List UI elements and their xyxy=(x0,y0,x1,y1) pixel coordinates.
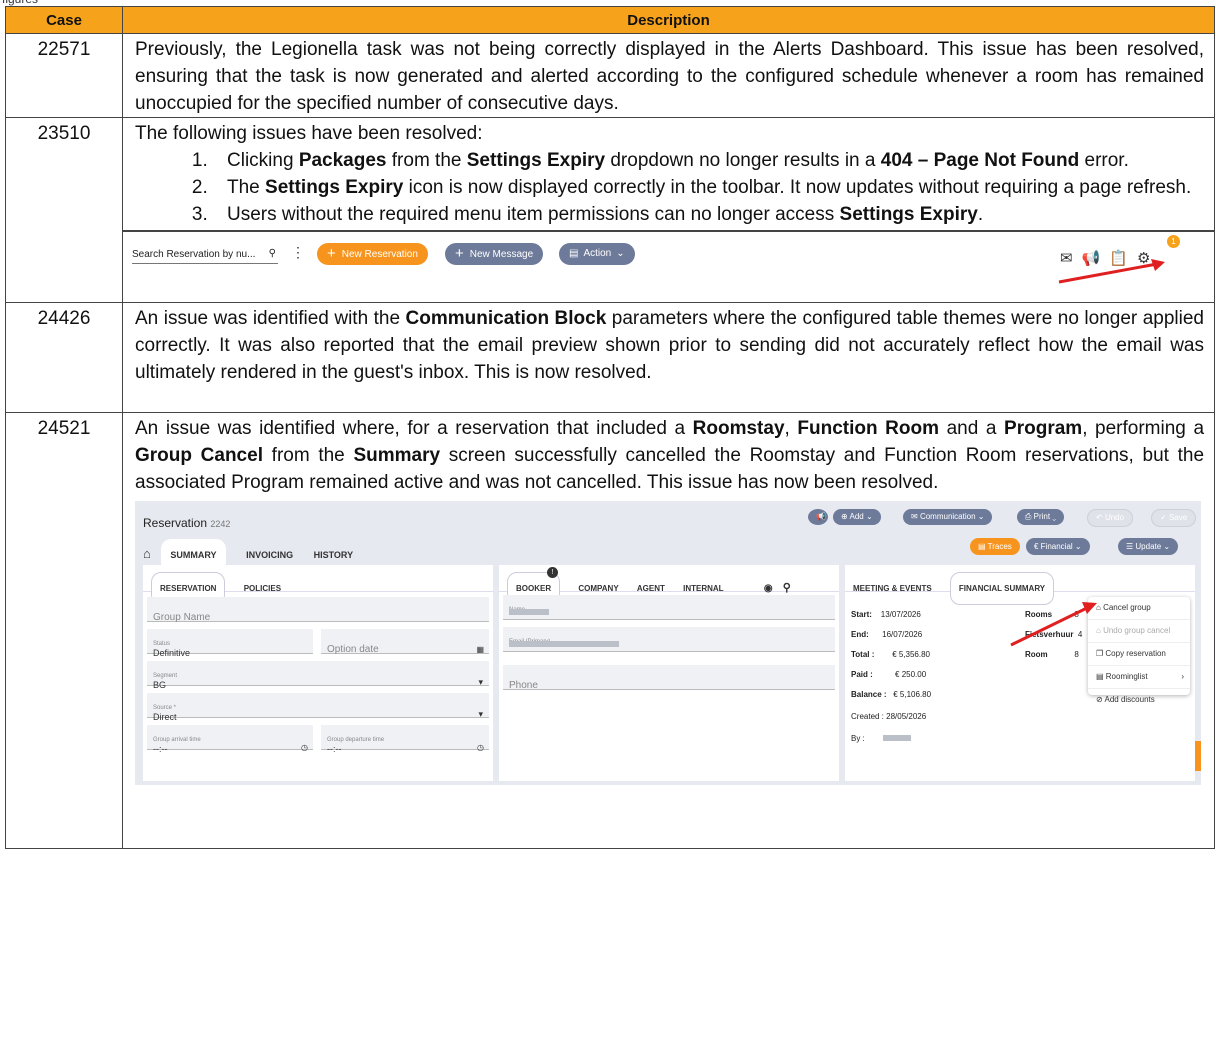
menu-item-roominglist[interactable]: ▤ Roominglist › xyxy=(1088,666,1190,689)
table-row: 22571 Previously, the Legionella task wa… xyxy=(5,33,1215,118)
search-icon: ⚲ xyxy=(268,248,276,259)
table-row: 23510 The following issues have been res… xyxy=(5,117,1215,303)
case-number: 23510 xyxy=(5,117,123,303)
description-text: Previously, the Legionella task was not … xyxy=(135,39,1204,114)
case-number: 24521 xyxy=(5,412,123,849)
undo-button[interactable]: ↶ Undo xyxy=(1087,509,1134,527)
communication-button[interactable]: ✉ Communication ⌄ xyxy=(903,509,993,525)
description-text: An issue was identified with the Communi… xyxy=(135,308,1204,383)
table-header-row: Case Description xyxy=(5,6,1215,34)
list-item: Clicking Packages from the Settings Expi… xyxy=(213,147,1204,174)
dropdown-icon: ▾ xyxy=(478,677,483,687)
notification-badge: 1 xyxy=(1167,235,1180,248)
action-button[interactable]: ▤ Action ⌄ xyxy=(559,243,635,265)
case-description: An issue was identified with the Communi… xyxy=(122,302,1215,413)
booker-badge: ! xyxy=(547,567,558,578)
phone-field[interactable]: Phone xyxy=(503,665,835,691)
new-reservation-button[interactable]: + New Reservation xyxy=(317,243,428,265)
save-button[interactable]: ✓ Save xyxy=(1151,509,1197,527)
table-row: 24521 An issue was identified where, for… xyxy=(5,412,1215,849)
more-icon[interactable]: ⋮ xyxy=(291,245,305,259)
header-description: Description xyxy=(122,6,1215,34)
tab-meeting-events[interactable]: MEETING & EVENTS xyxy=(853,575,932,602)
toolbar-screenshot: Search Reservation by nu... ⚲ ⋮ + New Res… xyxy=(123,230,1214,302)
option-date-field[interactable]: Option date ▦ xyxy=(321,629,489,655)
description-intro: The following issues have been resolved: xyxy=(135,123,483,144)
menu-item-copy-reservation[interactable]: ❐ Copy reservation xyxy=(1088,643,1190,666)
case-description: The following issues have been resolved:… xyxy=(122,117,1215,303)
group-departure-time-field[interactable]: Group departure time --:-- ◷ xyxy=(321,725,489,754)
orange-scroll-indicator xyxy=(1195,741,1201,771)
menu-item-undo-group-cancel[interactable]: ⌂ Undo group cancel xyxy=(1088,620,1190,643)
add-button[interactable]: ⊕ Add ⌄ xyxy=(833,509,881,525)
list-item: Users without the required menu item per… xyxy=(213,201,1204,228)
status-field[interactable]: Status Definitive xyxy=(147,629,313,658)
case-number: 22571 xyxy=(5,33,123,118)
print-button[interactable]: ⎙ Print ⌄ xyxy=(1017,509,1065,525)
header-case: Case xyxy=(5,6,123,34)
email-field[interactable]: Email (Primary) xyxy=(503,627,835,652)
megaphone-button[interactable]: 📢 xyxy=(808,509,828,525)
source-field[interactable]: Source * Direct ▾ xyxy=(147,693,489,722)
description-text: An issue was identified where, for a res… xyxy=(135,418,1205,493)
update-menu: ⌂ Cancel group ⌂ Undo group cancel ❐ Cop… xyxy=(1088,597,1190,704)
group-arrival-time-field[interactable]: Group arrival time --:-- ◷ xyxy=(147,725,313,754)
blurred-email xyxy=(509,641,619,647)
list-item: The Settings Expiry icon is now displaye… xyxy=(213,174,1204,201)
reservation-panel: RESERVATION POLICIES Group Name Status De… xyxy=(143,565,493,781)
menu-item-cancel-group[interactable]: ⌂ Cancel group xyxy=(1088,597,1190,620)
name-field[interactable]: Name xyxy=(503,595,835,620)
new-message-button[interactable]: + New Message xyxy=(445,243,544,265)
segment-field[interactable]: Segment BG ▾ xyxy=(147,661,489,690)
case-description: An issue was identified where, for a res… xyxy=(122,412,1215,849)
table-row: 24426 An issue was identified with the C… xyxy=(5,302,1215,413)
created-by: By : xyxy=(851,725,912,752)
search-input[interactable]: Search Reservation by nu... ⚲ xyxy=(132,248,278,264)
red-arrow-icon xyxy=(1058,259,1165,284)
case-description: Previously, the Legionella task was not … xyxy=(122,33,1215,118)
release-notes-table: Case Description 22571 Previously, the L… xyxy=(5,6,1215,849)
red-arrow-icon xyxy=(1010,602,1097,647)
traces-button[interactable]: ▤ Traces xyxy=(970,538,1020,555)
calendar-icon: ▦ xyxy=(476,645,484,654)
clock-icon: ◷ xyxy=(477,743,484,752)
menu-item-add-discounts[interactable]: ⊘ Add discounts xyxy=(1088,689,1190,711)
group-name-field[interactable]: Group Name xyxy=(147,597,489,623)
clock-icon: ◷ xyxy=(301,743,308,752)
reservation-title: Reservation 2242 xyxy=(143,516,231,530)
case-number: 24426 xyxy=(5,302,123,413)
fix-list: Clicking Packages from the Settings Expi… xyxy=(135,147,1204,228)
home-icon[interactable]: ⌂ xyxy=(143,540,151,567)
financial-button[interactable]: € Financial ⌄ xyxy=(1026,538,1090,555)
reservation-screenshot: Reservation 2242 📢 ⊕ Add ⌄ ✉ Communicati… xyxy=(135,501,1201,785)
blurred-name xyxy=(509,609,549,615)
dropdown-icon: ▾ xyxy=(478,709,483,719)
booker-panel: BOOKER COMPANY AGENT INTERNAL ◉ ⚲ ! Name… xyxy=(499,565,839,781)
update-button[interactable]: ☰ Update ⌄ xyxy=(1118,538,1179,555)
